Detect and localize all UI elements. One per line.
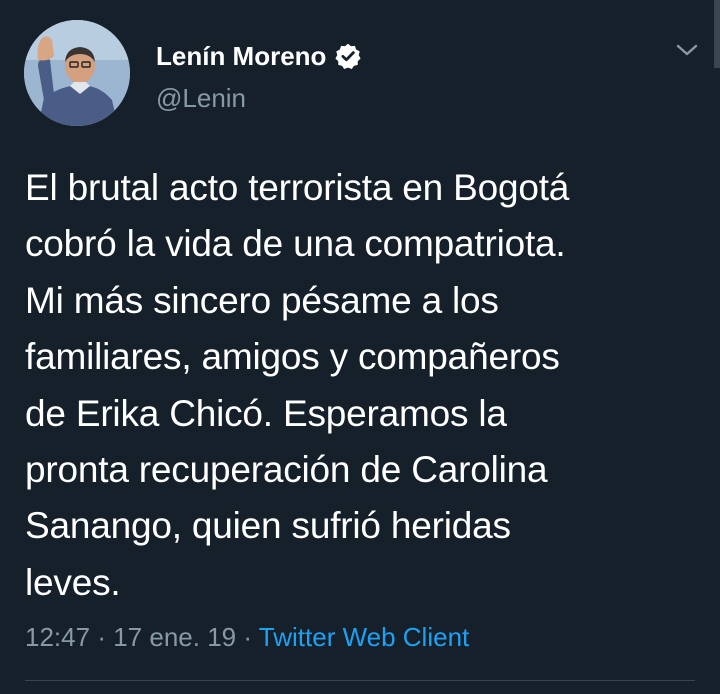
tweet-text: El brutal acto terrorista en Bogotá cobr… xyxy=(25,160,695,611)
divider xyxy=(25,680,695,681)
author-handle[interactable]: @Lenin xyxy=(156,82,246,114)
avatar-photo xyxy=(24,20,130,126)
tweet-text-line: Mi más sincero pésame a los xyxy=(25,279,499,321)
avatar[interactable] xyxy=(24,20,130,126)
tweet-text-line: familiares, amigos y compañeros xyxy=(25,336,560,378)
meta-separator: · xyxy=(243,622,253,652)
tweet-meta: 12:47 · 17 ene. 19 · Twitter Web Client xyxy=(25,620,469,654)
tweet-card: Lenín Moreno @Lenin El brutal acto terro… xyxy=(0,0,720,694)
tweet-date[interactable]: 17 ene. 19 xyxy=(113,622,236,652)
tweet-text-line: pronta recuperación de Carolina xyxy=(25,449,548,491)
tweet-text-line: cobró la vida de una compatriota. xyxy=(25,223,566,265)
chevron-down-icon[interactable] xyxy=(674,40,700,60)
author-name-row[interactable]: Lenín Moreno xyxy=(156,40,362,72)
tweet-text-line: leves. xyxy=(25,561,121,603)
meta-separator: · xyxy=(97,622,106,652)
scroll-edge-indicator xyxy=(714,0,720,68)
verified-badge-icon xyxy=(334,42,362,70)
author-display-name[interactable]: Lenín Moreno xyxy=(156,40,326,72)
tweet-time[interactable]: 12:47 xyxy=(25,622,90,652)
tweet-text-line: El brutal acto terrorista en Bogotá xyxy=(25,167,570,208)
tweet-text-line: de Erika Chicó. Esperamos la xyxy=(25,392,507,434)
tweet-source-link[interactable]: Twitter Web Client xyxy=(259,622,469,652)
tweet-text-line: Sanango, quien sufrió heridas xyxy=(25,505,511,547)
